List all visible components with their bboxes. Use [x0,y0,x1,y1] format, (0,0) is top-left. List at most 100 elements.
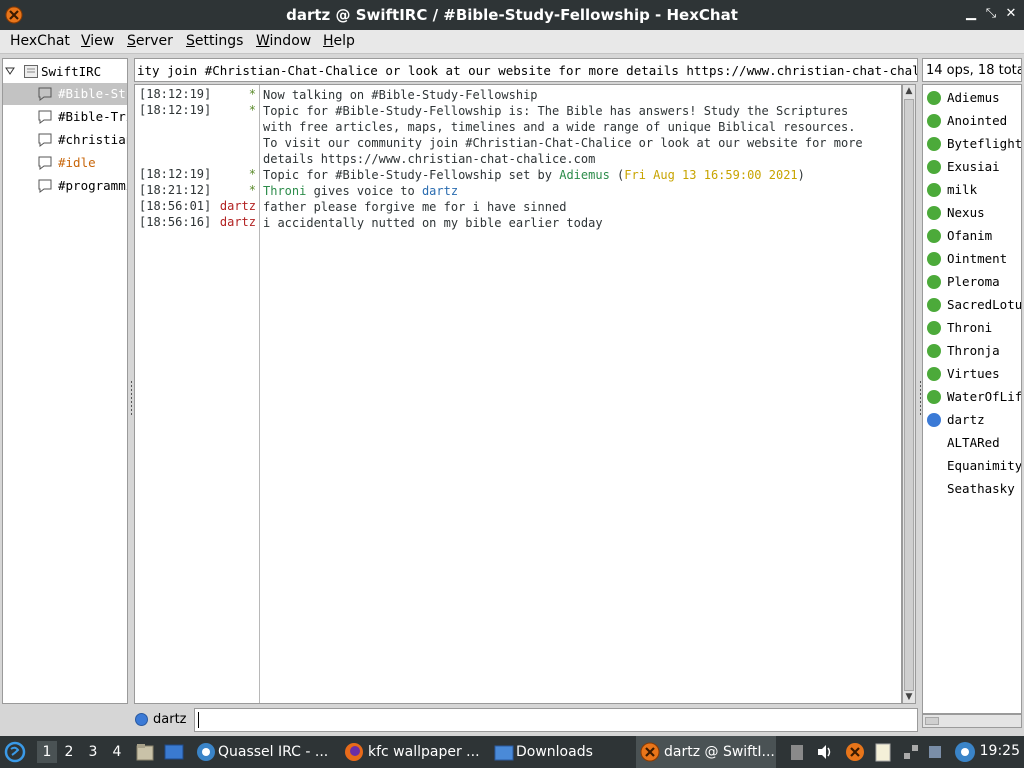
menu-window[interactable]: Window [256,33,311,49]
scroll-thumb[interactable] [925,717,939,725]
quassel-tray-icon[interactable] [954,741,976,763]
user-name: Equanimity [947,458,1022,473]
chat-message: Topic for #Bible-Study-Fellowship is: Th… [263,104,870,166]
menu-settings[interactable]: Settings [186,33,243,49]
operator-status-icon [927,390,941,404]
tree-channel[interactable]: #Bible-Study-Fellowship [3,83,127,105]
user-name: Byteflight [947,136,1022,151]
user-list-item[interactable]: milk [923,181,1021,204]
message-input[interactable] [194,708,918,732]
user-list-item[interactable]: WaterOfLife [923,388,1022,411]
menu-help[interactable]: Help [323,33,355,49]
workspace-2[interactable]: 2 [62,744,76,760]
scroll-up-arrow-icon[interactable]: ▲ [904,86,914,96]
nick-button[interactable]: dartz [130,708,192,732]
server-icon [24,65,38,78]
hexchat-tray-icon[interactable] [845,742,865,762]
user-name: ALTARed [947,435,1000,450]
tree-channel[interactable]: #christian [3,129,127,151]
workspace-1[interactable]: 1 [37,741,57,763]
tree-channel[interactable]: #idle [3,152,127,174]
message-part[interactable]: Fri Aug 13 16:59:00 2021 [624,168,797,182]
user-list-item[interactable]: Throni [923,319,1021,342]
notes-icon[interactable] [874,742,892,762]
user-list-item[interactable]: Equanimity [923,457,1022,480]
files-icon[interactable] [136,742,154,762]
window-title: dartz @ SwiftIRC / #Bible-Study-Fellowsh… [286,6,738,24]
tree-channel-label: #Bible-Trivia [58,109,127,124]
chat-message: i accidentally nutted on my bible earlie… [263,216,603,230]
tree-channel[interactable]: #programming [3,175,127,197]
user-name: Virtues [947,366,1000,381]
message-part[interactable]: Adiemus [559,168,610,182]
hexchat-icon [640,742,660,762]
voice-status-icon [927,413,941,427]
left-pane-resize-handle[interactable] [130,380,133,416]
chat-message: Now talking on #Bible-Study-Fellowship [263,88,538,102]
message-part: Topic for #Bible-Study-Fellowship set by [263,168,560,182]
user-list-item[interactable]: Thronja [923,342,1021,365]
maximize-button[interactable]: ⤡ [982,5,1000,23]
user-list-item[interactable]: SacredLotus [923,296,1021,319]
message-part: ( [609,168,625,182]
user-list-item[interactable]: ALTARed [923,434,1021,457]
clipboard-icon[interactable] [790,743,804,761]
user-list-item[interactable]: Byteflight [923,135,1022,158]
operator-status-icon [927,344,941,358]
chat-log[interactable]: [18:12:19] * Now talking on #Bible-Study-F… [134,84,902,704]
menu-hexchat[interactable]: HexChat [10,33,70,49]
task-firefox[interactable]: kfc wallpaper ... [340,736,485,768]
update-icon[interactable] [926,743,944,761]
user-list-item[interactable]: dartz [923,411,1021,434]
chat-message: Topic for #Bible-Study-Fellowship set by… [263,167,873,183]
user-list-scrollbar[interactable] [922,714,1022,728]
task-quassel[interactable]: Quassel IRC - ... [192,736,332,768]
collapse-arrow-icon[interactable] [5,66,15,76]
topic-bar[interactable]: ity join #Christian-Chat-Chalice or look… [134,58,918,82]
tree-server-swiftirc[interactable]: SwiftIRC [3,61,127,83]
user-list-item[interactable]: Exusiai [923,158,1021,181]
workspace-3[interactable]: 3 [86,744,100,760]
task-downloads[interactable]: Downloads [490,736,610,768]
user-list-item[interactable]: Nexus [923,204,1021,227]
user-count: 14 ops, 18 total [922,58,1022,82]
user-list-item[interactable]: Anointed [923,112,1021,135]
chat-nick[interactable]: dartz [135,199,256,213]
clock[interactable]: 19:25 [980,743,1020,759]
workspace-4[interactable]: 4 [110,744,124,760]
user-list-item[interactable]: Ofanim [923,227,1021,250]
user-name: Seathasky [947,481,1015,496]
message-part[interactable]: dartz [422,184,458,198]
operator-status-icon [927,183,941,197]
volume-icon[interactable] [816,743,834,761]
user-list-item[interactable]: Virtues [923,365,1021,388]
user-name: milk [947,182,978,197]
user-name: WaterOfLife [947,389,1022,404]
user-list-item[interactable]: Seathasky [923,480,1021,503]
user-name: Ofanim [947,228,993,243]
close-button[interactable]: ✕ [1002,5,1020,23]
user-list-item[interactable]: Pleroma [923,273,1021,296]
minimize-button[interactable]: ▁ [962,5,980,23]
task-hexchat[interactable]: dartz @ SwiftI... [636,736,776,768]
user-name: Adiemus [947,90,1000,105]
message-part: ) [797,168,805,182]
user-list-item[interactable]: Ointment [923,250,1021,273]
message-part[interactable]: Throni [263,184,306,198]
start-menu-icon[interactable] [4,741,26,763]
scroll-down-arrow-icon[interactable]: ▼ [904,692,914,702]
chat-nick[interactable]: dartz [135,215,256,229]
tree-channel[interactable]: #Bible-Trivia [3,106,127,128]
user-name: Pleroma [947,274,1000,289]
scroll-thumb[interactable] [904,99,914,691]
title-bar: dartz @ SwiftIRC / #Bible-Study-Fellowsh… [0,0,1024,30]
timestamp-separator [259,85,260,703]
network-icon[interactable] [902,743,920,761]
menu-view[interactable]: View [81,33,114,49]
desktop-icon[interactable] [164,743,184,761]
channel-icon [38,133,52,147]
chat-scrollbar[interactable]: ▲ ▼ [902,84,916,704]
user-list-item[interactable]: Adiemus [923,89,1021,112]
menu-server[interactable]: Server [127,33,173,49]
operator-status-icon [927,275,941,289]
